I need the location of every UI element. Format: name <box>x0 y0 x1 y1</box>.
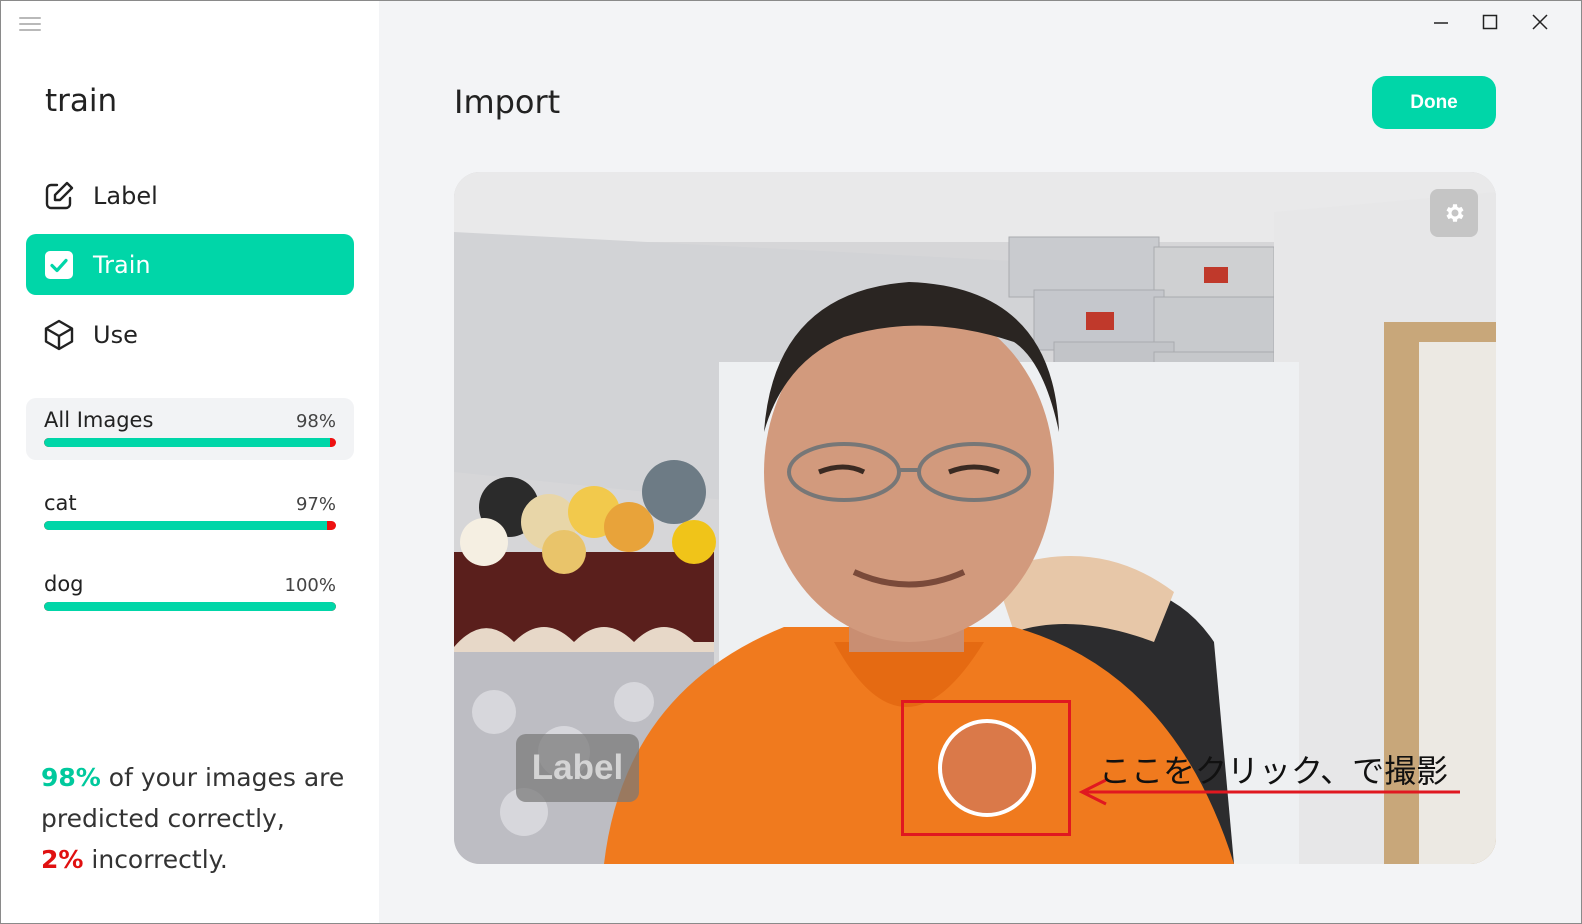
nav-item-train[interactable]: Train <box>26 234 354 295</box>
project-title: train <box>45 83 118 119</box>
annotation-text: ここをクリック、で撮影 <box>1099 752 1449 790</box>
camera-preview: Label ここをクリック、で撮影 <box>454 172 1496 864</box>
correct-percent: 98% <box>41 763 101 792</box>
accuracy-bar <box>44 602 336 611</box>
hamburger-menu-icon[interactable] <box>19 15 41 33</box>
nav-item-use-text: Use <box>93 320 138 349</box>
stat-cat[interactable]: cat 97% <box>26 481 354 543</box>
accuracy-summary: 98% of your images are predicted correct… <box>41 757 361 880</box>
capture-shutter-button[interactable] <box>938 719 1036 817</box>
stat-name: All Images <box>44 408 154 432</box>
summary-line-1: of your images are <box>100 763 345 792</box>
pencil-square-icon <box>43 180 75 212</box>
done-button[interactable]: Done <box>1372 76 1496 129</box>
cube-icon <box>43 319 75 351</box>
sidebar: train Label Train Use All Images 98% cat… <box>1 1 379 923</box>
minimize-icon[interactable] <box>1428 11 1454 33</box>
accuracy-bar <box>44 438 336 447</box>
accuracy-bar-fill <box>44 521 328 530</box>
stat-name: cat <box>44 491 77 515</box>
stat-all-images[interactable]: All Images 98% <box>26 398 354 460</box>
summary-line-3: incorrectly. <box>83 845 228 874</box>
page-title: Import <box>454 83 561 121</box>
nav-item-train-text: Train <box>93 250 151 279</box>
stat-percent: 98% <box>295 411 336 432</box>
stat-percent: 100% <box>284 575 336 596</box>
close-icon[interactable] <box>1527 11 1553 33</box>
app-window: train Label Train Use All Images 98% cat… <box>0 0 1582 924</box>
label-button[interactable]: Label <box>516 734 639 802</box>
nav-item-label[interactable]: Label <box>26 165 354 226</box>
camera-settings-button[interactable] <box>1430 189 1478 237</box>
gear-icon <box>1446 204 1464 222</box>
incorrect-percent: 2% <box>41 845 84 874</box>
stat-name: dog <box>44 572 84 596</box>
nav-item-use[interactable]: Use <box>26 304 354 365</box>
summary-line-2: predicted correctly, <box>41 804 285 833</box>
maximize-icon[interactable] <box>1477 11 1503 33</box>
accuracy-bar <box>44 521 336 530</box>
accuracy-bar-fill <box>44 438 331 447</box>
stat-percent: 97% <box>295 494 336 515</box>
stat-dog[interactable]: dog 100% <box>26 562 354 624</box>
nav-item-label-text: Label <box>93 181 158 210</box>
accuracy-bar-fill <box>44 602 336 611</box>
checkbox-icon <box>43 249 75 281</box>
